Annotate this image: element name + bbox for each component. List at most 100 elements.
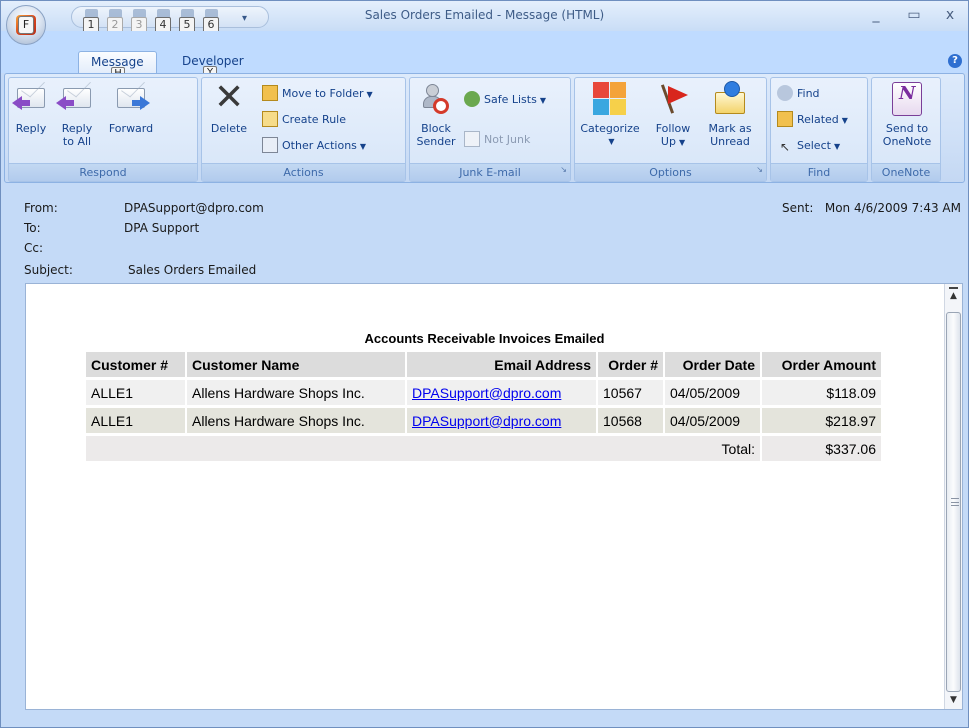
other-actions-button[interactable]: Other Actions ▼: [262, 136, 366, 156]
send-to-onenote-button[interactable]: N Send to OneNote: [878, 82, 936, 148]
cursor-icon: ↖: [779, 140, 791, 154]
column-header-order-amount: Order Amount: [762, 352, 883, 380]
create-rule-button[interactable]: Create Rule: [262, 110, 346, 130]
reply-button[interactable]: Reply: [12, 82, 49, 135]
to-value[interactable]: DPA Support: [124, 221, 199, 235]
actions-group-label: Actions: [202, 163, 405, 181]
cc-label: Cc:: [24, 241, 44, 255]
message-window: 1 2 3 4 5 6 ▾ Sales Orders Emailed - Mes…: [0, 0, 969, 728]
delete-button[interactable]: ✕ Delete: [207, 77, 251, 136]
scrollbar-thumb[interactable]: [946, 312, 961, 692]
mark-as-unread-label-2: Unread: [710, 135, 750, 148]
cell-order-number: 10568: [598, 408, 665, 436]
email-link[interactable]: DPASupport@dpro.com: [407, 380, 598, 408]
grip-icon: [951, 498, 959, 506]
sent-value: Mon 4/6/2009 7:43 AM: [824, 201, 961, 215]
tab-developer[interactable]: Developer Y: [170, 51, 256, 80]
block-sender-button[interactable]: Block Sender: [414, 82, 458, 148]
scroll-down-button[interactable]: ▼: [945, 692, 962, 709]
minimize-button[interactable]: _: [863, 5, 889, 25]
reply-all-button[interactable]: Reply to All: [56, 82, 97, 148]
sent-label: Sent:: [782, 201, 814, 215]
close-button[interactable]: x: [937, 5, 963, 25]
help-icon[interactable]: ?: [948, 54, 962, 68]
categorize-label: Categorize: [580, 122, 640, 135]
binoculars-icon: [777, 85, 793, 101]
follow-up-label-2: Up: [660, 135, 676, 148]
total-row: Total: $337.06: [86, 436, 883, 464]
related-icon: [777, 111, 793, 127]
cell-order-date: 04/05/2009: [665, 408, 762, 436]
safe-lists-button[interactable]: Safe Lists ▼: [464, 90, 546, 110]
other-actions-icon: [262, 137, 278, 153]
categorize-button[interactable]: Categorize ▼: [579, 82, 641, 148]
junk-email-group-label: Junk E-mail ↘: [410, 163, 570, 181]
move-to-folder-button[interactable]: Move to Folder ▼: [262, 84, 373, 104]
forward-label: Forward: [108, 122, 154, 135]
block-sender-icon: [419, 82, 453, 116]
maximize-button[interactable]: ▭: [901, 5, 927, 25]
invoices-table: Customer # Customer Name Email Address O…: [86, 352, 883, 464]
scroll-up-button[interactable]: ▲: [945, 284, 962, 301]
safe-lists-label: Safe Lists: [484, 93, 537, 106]
message-body[interactable]: Accounts Receivable Invoices Emailed Cus…: [25, 283, 963, 710]
column-header-customer-number: Customer #: [86, 352, 187, 380]
onenote-icon: N: [890, 82, 924, 116]
select-label: Select: [797, 139, 831, 152]
office-button[interactable]: F: [6, 5, 46, 45]
vertical-scrollbar[interactable]: ▲ ▼: [944, 284, 962, 709]
group-options: Categorize ▼ Follow Up ▼ Mark as Unread O…: [574, 77, 767, 182]
from-label: From:: [24, 201, 58, 215]
junk-email-label: Junk E-mail: [459, 166, 521, 179]
cell-customer-name: Allens Hardware Shops Inc.: [187, 408, 407, 436]
cell-order-date: 04/05/2009: [665, 380, 762, 408]
office-keytip: F: [18, 16, 34, 34]
follow-up-button[interactable]: Follow Up ▼: [649, 82, 697, 149]
cell-customer-number: ALLE1: [86, 408, 187, 436]
subject-value: Sales Orders Emailed: [128, 263, 257, 277]
mark-unread-icon: [713, 81, 747, 116]
send-to-onenote-label-1: Send to: [885, 122, 929, 135]
find-label: Find: [797, 87, 820, 100]
message-header: From: DPASupport@dpro.com To: DPA Suppor…: [16, 196, 961, 281]
delete-icon: ✕: [214, 77, 245, 118]
forward-button[interactable]: Forward: [105, 82, 157, 135]
group-actions: ✕ Delete Move to Folder ▼ Create Rule Oth…: [201, 77, 406, 182]
column-header-email-address: Email Address: [407, 352, 598, 380]
dialog-launcher-icon[interactable]: ↘: [560, 161, 567, 178]
cell-order-number: 10567: [598, 380, 665, 408]
other-actions-label: Other Actions: [282, 139, 357, 152]
tab-message[interactable]: Message H: [78, 51, 157, 81]
subject-label: Subject:: [24, 263, 73, 277]
table-row: ALLE1 Allens Hardware Shops Inc. DPASupp…: [86, 380, 883, 408]
mark-as-unread-button[interactable]: Mark as Unread: [703, 81, 757, 148]
from-value[interactable]: DPASupport@dpro.com: [124, 201, 264, 215]
safe-lists-icon: [464, 91, 480, 107]
block-sender-label-2: Sender: [416, 135, 456, 148]
group-junk-email: Block Sender Safe Lists ▼ Not Junk Junk E…: [409, 77, 571, 182]
select-button[interactable]: ↖ Select ▼: [777, 136, 840, 156]
not-junk-button[interactable]: Not Junk: [464, 130, 530, 150]
report-title: Accounts Receivable Invoices Emailed: [364, 331, 605, 346]
find-group-label: Find: [771, 163, 867, 181]
cell-customer-number: ALLE1: [86, 380, 187, 408]
related-label: Related: [797, 113, 839, 126]
reply-icon: [12, 82, 48, 116]
dialog-launcher-icon[interactable]: ↘: [756, 161, 763, 178]
onenote-group-label: OneNote: [872, 163, 940, 181]
find-button[interactable]: Find: [777, 84, 820, 104]
chevron-down-icon: ▼: [841, 116, 848, 125]
folder-move-icon: [262, 85, 278, 101]
related-button[interactable]: Related ▼: [777, 110, 848, 130]
chevron-down-icon: ▼: [539, 96, 546, 105]
options-label: Options: [649, 166, 692, 179]
follow-up-label-1: Follow: [655, 122, 691, 135]
flag-icon: [656, 82, 690, 116]
window-title: Sales Orders Emailed - Message (HTML): [364, 8, 605, 22]
cell-customer-name: Allens Hardware Shops Inc.: [187, 380, 407, 408]
email-link[interactable]: DPASupport@dpro.com: [407, 408, 598, 436]
sent-field: Sent: Mon 4/6/2009 7:43 AM: [782, 201, 961, 215]
chevron-down-icon: ▼: [608, 137, 615, 146]
options-group-label: Options ↘: [575, 163, 766, 181]
table-row: ALLE1 Allens Hardware Shops Inc. DPASupp…: [86, 408, 883, 436]
